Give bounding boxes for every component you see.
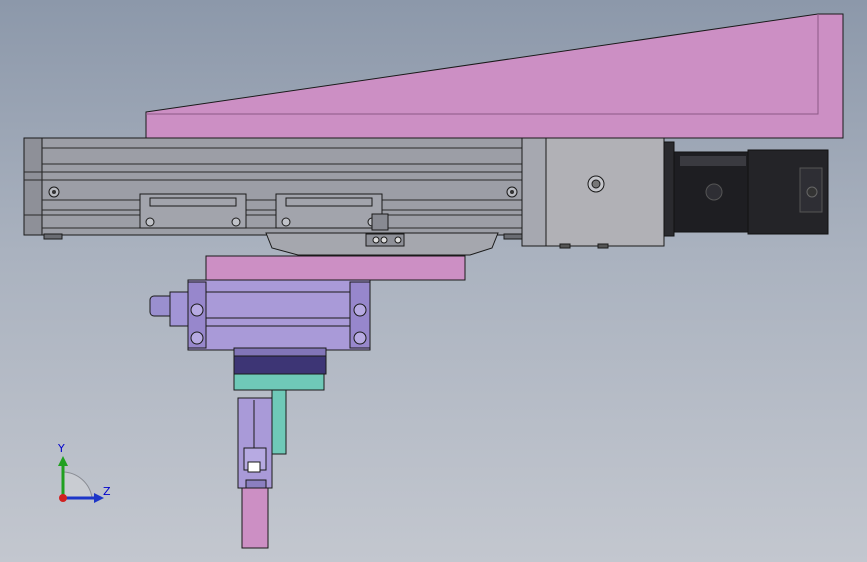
y-axis-label: Y — [58, 442, 65, 455]
pink-mounting-plate[interactable] — [205, 255, 466, 281]
wedge-bracket[interactable] — [145, 13, 844, 139]
carriage-plate[interactable] — [265, 232, 499, 256]
x-axis-dot — [59, 494, 67, 502]
pneumatic-cylinder[interactable] — [149, 279, 371, 351]
coordinate-triad — [58, 456, 104, 503]
linear-rail-module[interactable] — [23, 137, 525, 240]
assembly-drawing — [23, 13, 844, 549]
gripper-finger[interactable] — [237, 397, 273, 549]
servo-motor[interactable] — [663, 141, 829, 237]
cad-viewport[interactable]: Y Z — [0, 0, 867, 562]
slider-block-right — [275, 193, 383, 229]
slider-block-left — [139, 193, 247, 229]
motor-mount-block[interactable] — [521, 137, 665, 249]
z-axis-label: Z — [103, 485, 111, 498]
rotary-collar[interactable] — [233, 347, 327, 375]
